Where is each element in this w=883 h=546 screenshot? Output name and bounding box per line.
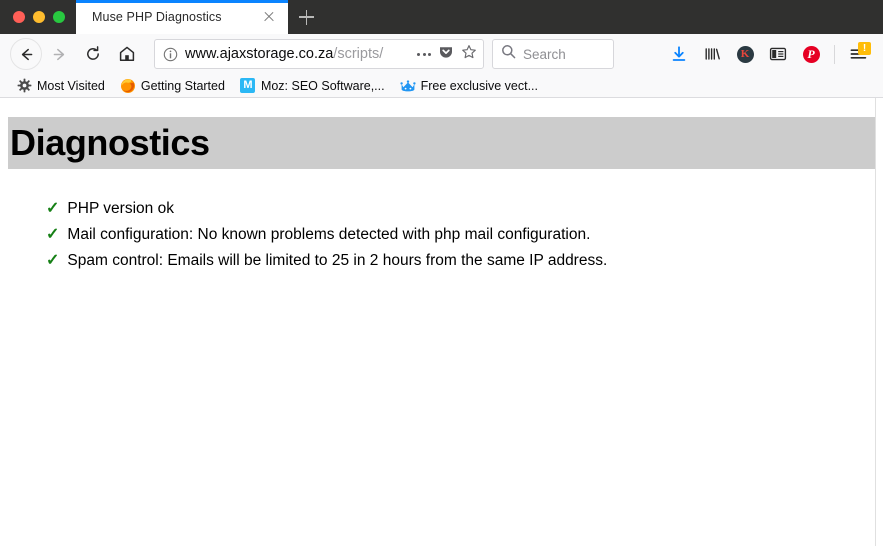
new-tab-button[interactable] <box>288 0 324 34</box>
address-bar[interactable]: www.ajaxstorage.co.za/scripts/ <box>154 39 484 69</box>
list-item: ✓ PHP version ok <box>46 196 883 222</box>
bookmark-label: Free exclusive vect... <box>420 78 538 93</box>
search-bar[interactable]: Search <box>492 39 614 69</box>
window-controls <box>0 0 65 34</box>
bookmark-free-exclusive-vectors[interactable]: Free exclusive vect... <box>394 76 544 96</box>
menu-icon[interactable]: ! <box>843 38 873 70</box>
downloads-icon[interactable] <box>664 38 694 70</box>
bookmark-getting-started[interactable]: Getting Started <box>114 76 231 96</box>
home-button[interactable] <box>110 37 144 71</box>
page-viewport: Diagnostics ✓ PHP version ok ✓ Mail conf… <box>0 98 883 546</box>
bookmark-label: Most Visited <box>37 78 105 93</box>
list-item-text: Spam control: Emails will be limited to … <box>67 252 608 269</box>
page-content: Diagnostics ✓ PHP version ok ✓ Mail conf… <box>0 117 883 274</box>
pinterest-icon[interactable]: P <box>796 38 826 70</box>
gear-icon <box>16 78 32 94</box>
page-heading-banner: Diagnostics <box>8 117 875 169</box>
check-icon: ✓ <box>46 226 60 243</box>
page-actions-icon[interactable] <box>417 52 431 56</box>
moz-icon: M <box>240 78 256 94</box>
forward-button[interactable] <box>42 37 76 71</box>
site-information-icon[interactable] <box>163 47 178 62</box>
bookmark-most-visited[interactable]: Most Visited <box>10 76 111 96</box>
pinterest-label: P <box>802 45 820 63</box>
close-window-button[interactable] <box>13 11 25 23</box>
sidebar-icon[interactable] <box>763 38 793 70</box>
url-path: /scripts/ <box>333 46 384 62</box>
crown-icon <box>399 78 416 94</box>
close-tab-icon[interactable] <box>260 8 278 26</box>
bookmark-label: Getting Started <box>140 78 225 93</box>
back-button[interactable] <box>10 38 42 70</box>
browser-tab-active[interactable]: Muse PHP Diagnostics <box>76 0 288 34</box>
kaspersky-label: K <box>736 45 754 63</box>
check-icon: ✓ <box>46 252 60 269</box>
menu-update-badge: ! <box>858 42 871 55</box>
kaspersky-icon[interactable]: K <box>730 38 760 70</box>
bookmark-label: Moz: SEO Software,... <box>260 78 385 93</box>
minimize-window-button[interactable] <box>33 11 45 23</box>
list-item: ✓ Mail configuration: No known problems … <box>46 222 883 248</box>
firefox-icon <box>120 78 136 94</box>
search-icon <box>501 44 516 64</box>
navigation-toolbar: www.ajaxstorage.co.za/scripts/ Search K … <box>0 34 883 74</box>
maximize-window-button[interactable] <box>53 11 65 23</box>
toolbar-divider <box>834 44 835 64</box>
url-actions <box>411 44 477 65</box>
page-title: Diagnostics <box>10 122 210 163</box>
list-item-text: Mail configuration: No known problems de… <box>67 226 591 243</box>
diagnostics-list: ✓ PHP version ok ✓ Mail configuration: N… <box>0 196 883 274</box>
list-item: ✓ Spam control: Emails will be limited t… <box>46 248 883 274</box>
bookmark-moz[interactable]: M Moz: SEO Software,... <box>234 76 391 96</box>
bookmarks-bar: Most Visited Getting Started M Moz: SEO … <box>0 74 883 98</box>
browser-window: Muse PHP Diagnostics www.ajaxstorage.co.… <box>0 0 883 546</box>
vertical-scrollbar[interactable] <box>875 98 883 546</box>
moz-icon-letter: M <box>240 78 256 93</box>
url-text: www.ajaxstorage.co.za/scripts/ <box>185 46 411 62</box>
reload-button[interactable] <box>76 37 110 71</box>
bookmark-star-icon[interactable] <box>461 44 477 65</box>
library-icon[interactable] <box>697 38 727 70</box>
pocket-icon[interactable] <box>438 44 454 65</box>
tab-title: Muse PHP Diagnostics <box>92 10 222 24</box>
url-host: www.ajaxstorage.co.za <box>185 46 334 62</box>
check-icon: ✓ <box>46 200 60 217</box>
toolbar-right: K P ! <box>664 38 875 70</box>
list-item-text: PHP version ok <box>67 200 174 217</box>
search-input[interactable]: Search <box>523 47 566 62</box>
tab-strip: Muse PHP Diagnostics <box>0 0 883 34</box>
